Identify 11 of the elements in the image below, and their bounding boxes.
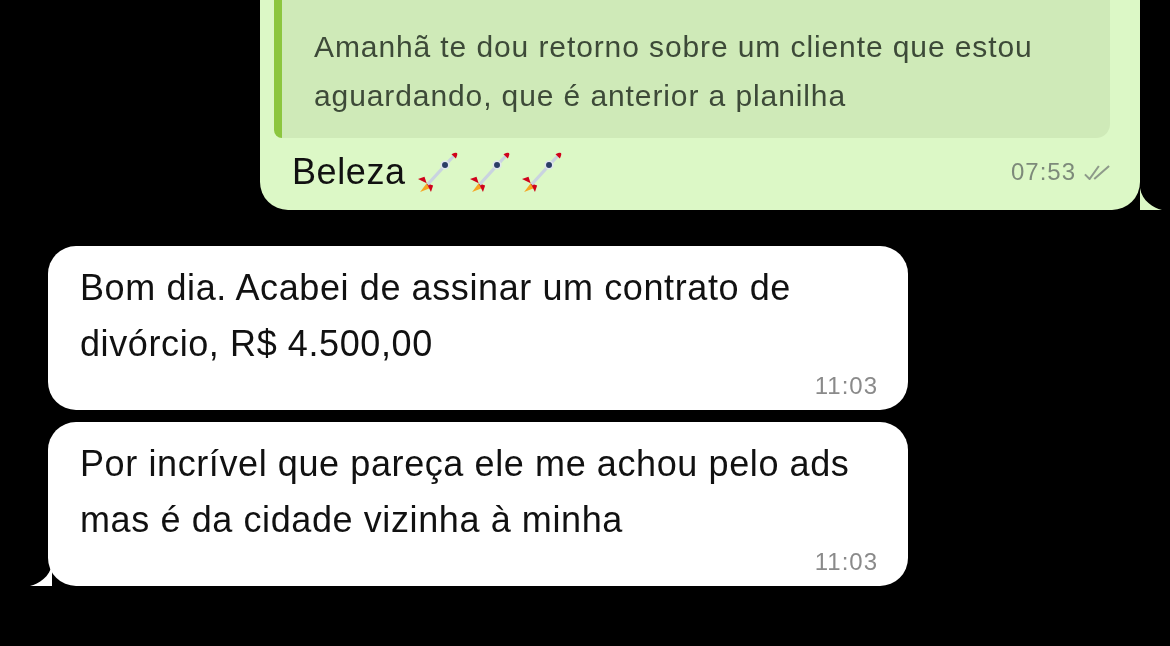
message-time: 07:53 xyxy=(1010,158,1076,186)
message-text: Bom dia. Acabei de assinar um contrato de divórcio, R$ 4.500,00 xyxy=(80,266,792,366)
message-time: 11:03 xyxy=(814,548,878,576)
message-time: 11:03 xyxy=(814,372,878,400)
quoted-text: Amanhã te dou retorno sobre um cliente que estou aguardando, que é anterior a planilha xyxy=(314,29,1034,114)
message-text: Beleza xyxy=(292,150,406,194)
message-text: Por incrível que pareça ele me achou pelo ads mas é da cidade vizinha à minha xyxy=(80,442,851,542)
quoted-message[interactable]: Amanhã te dou retorno sobre um cliente que estou aguardando, que é anterior a planilha xyxy=(274,0,1110,138)
rocket-icon xyxy=(417,152,458,192)
rocket-icon xyxy=(469,152,510,192)
rocket-icon xyxy=(521,152,562,192)
